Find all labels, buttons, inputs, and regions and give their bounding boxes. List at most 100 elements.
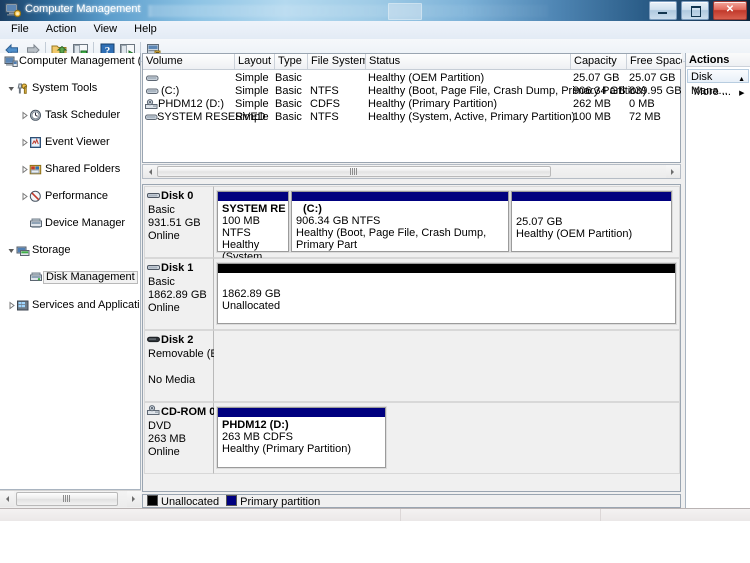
disk-row-1[interactable]: Disk 1 Basic 1862.89 GB Online 1862.89 G… xyxy=(144,258,680,330)
volume-list-horizontal-scrollbar[interactable] xyxy=(142,164,681,179)
menu-item-help[interactable]: Help xyxy=(127,21,164,37)
cell-file-system: CDFS xyxy=(310,98,340,110)
cell-volume: PHDM12 (D:) xyxy=(158,98,225,110)
clock-icon xyxy=(30,109,41,121)
console-tree-pane: Computer Management (Local System Tools xyxy=(0,53,141,490)
partition-c[interactable]: (C:) 906.34 GB NTFS Healthy (Boot, Page … xyxy=(290,190,510,253)
table-row[interactable]: PHDM12 (D:) Simple Basic CDFS Healthy (P… xyxy=(143,98,680,111)
cell-type: Basic xyxy=(275,111,302,123)
main-area: Computer Management (Local System Tools xyxy=(0,53,750,508)
status-bar xyxy=(0,508,750,521)
menu-item-view[interactable]: View xyxy=(86,21,124,37)
disk-type: Basic xyxy=(148,276,175,288)
table-row[interactable]: SYSTEM RESERVED Simple Basic NTFS Health… xyxy=(143,111,680,124)
menu-item-action[interactable]: Action xyxy=(39,21,84,37)
disk-type: DVD xyxy=(148,420,172,432)
close-button[interactable]: ✕ xyxy=(713,1,747,20)
tree-item-shared-folders[interactable]: Shared Folders xyxy=(0,163,140,176)
partition-status: Healthy (Primary Partition) xyxy=(222,443,351,455)
maximize-button[interactable] xyxy=(680,1,709,20)
chevron-right-icon[interactable] xyxy=(20,111,29,120)
partition-system-reserved[interactable]: SYSTEM RESERV 100 MB NTFS Healthy (Syste… xyxy=(216,190,290,263)
tree-item-event-viewer[interactable]: Event Viewer xyxy=(0,136,140,149)
scroll-right-button[interactable] xyxy=(127,491,141,507)
chevron-right-icon[interactable] xyxy=(7,301,16,310)
column-header-layout[interactable]: Layout xyxy=(235,54,275,69)
cell-layout: Simple xyxy=(235,111,269,123)
partition-size-fs: 25.07 GB xyxy=(516,216,563,228)
menu-item-file[interactable]: File xyxy=(4,21,36,37)
cell-status: Healthy (Primary Partition) xyxy=(368,98,497,110)
disk-icon xyxy=(147,265,160,270)
chevron-right-icon[interactable] xyxy=(20,192,29,201)
tree-item-performance[interactable]: Performance xyxy=(0,190,140,203)
cell-capacity: 906.34 GB xyxy=(573,85,626,97)
partition-status: Healthy (OEM Partition) xyxy=(516,228,633,240)
column-header-volume[interactable]: Volume xyxy=(143,54,235,69)
services-icon xyxy=(17,300,29,311)
chevron-right-icon[interactable] xyxy=(20,165,29,174)
sidebar-item-disk-management[interactable]: Disk Management xyxy=(0,271,140,284)
tree-item-label: Services and Applications xyxy=(32,299,140,311)
legend-swatch-primary-partition xyxy=(226,495,238,506)
disk-name: Disk 2 xyxy=(161,334,194,346)
disk-row-cdrom-0[interactable]: CD-ROM 0 DVD 263 MB Online PHDM12 (D:) 2… xyxy=(144,402,680,474)
cell-volume: (C:) xyxy=(161,85,180,97)
close-icon: ✕ xyxy=(725,4,735,15)
partition-unallocated[interactable]: 1862.89 GB Unallocated xyxy=(216,262,677,325)
disk-status: No Media xyxy=(148,374,196,386)
title-bar-ghost-button xyxy=(388,3,422,20)
chevron-down-icon[interactable] xyxy=(7,246,16,255)
partition-color-bar xyxy=(218,264,675,273)
computer-management-icon xyxy=(5,3,21,18)
shared-folders-icon xyxy=(29,164,42,175)
column-header-status[interactable]: Status xyxy=(366,54,571,69)
disk-row-2[interactable]: Disk 2 Removable (E:) No Media xyxy=(144,330,680,402)
tree-item-device-manager[interactable]: Device Manager xyxy=(0,217,140,230)
chevron-right-icon[interactable] xyxy=(20,138,29,147)
disk-1-partitions: 1862.89 GB Unallocated xyxy=(214,258,680,330)
scrollbar-thumb[interactable] xyxy=(16,492,118,506)
disk-row-0[interactable]: Disk 0 Basic 931.51 GB Online SYSTEM RES… xyxy=(144,186,680,263)
sidebar-item-label: Disk Management xyxy=(43,271,138,284)
cell-layout: Simple xyxy=(235,85,269,97)
tree-item-task-scheduler[interactable]: Task Scheduler xyxy=(0,109,140,122)
chevron-down-icon[interactable] xyxy=(7,84,16,93)
column-header-file-system[interactable]: File System xyxy=(308,54,366,69)
column-header-type[interactable]: Type xyxy=(275,54,308,69)
partition-text: SYSTEM RESERV 100 MB NTFS Healthy (Syste… xyxy=(222,203,286,263)
partition-text: 25.07 GB Healthy (OEM Partition) xyxy=(516,216,669,240)
scrollbar-thumb[interactable] xyxy=(157,166,551,177)
partition-phdm12-d[interactable]: PHDM12 (D:) 263 MB CDFS Healthy (Primary… xyxy=(216,406,387,469)
scroll-right-button[interactable] xyxy=(666,165,680,178)
minimize-button[interactable] xyxy=(648,1,677,20)
partition-oem[interactable]: 25.07 GB Healthy (OEM Partition) xyxy=(510,190,673,253)
disk-graphic-view: Disk 0 Basic 931.51 GB Online SYSTEM RES… xyxy=(142,184,681,492)
status-segment-3 xyxy=(600,509,750,521)
event-viewer-icon xyxy=(30,137,41,148)
computer-management-window: Computer Management ✕ File Action View H… xyxy=(0,0,750,521)
tree-item-services-and-applications[interactable]: Services and Applications xyxy=(0,299,140,312)
performance-icon xyxy=(29,190,41,202)
table-row[interactable]: (C:) Simple Basic NTFS Healthy (Boot, Pa… xyxy=(143,85,682,98)
column-header-capacity[interactable]: Capacity xyxy=(571,54,627,69)
device-manager-icon xyxy=(30,218,42,228)
more-caret-icon[interactable]: ▶ xyxy=(739,90,744,97)
scroll-left-button[interactable] xyxy=(0,491,14,507)
tree-item-label: Storage xyxy=(32,244,71,256)
tree-horizontal-scrollbar[interactable] xyxy=(0,490,141,507)
column-header-free-space[interactable]: Free Space xyxy=(627,54,682,69)
tree-item-label: Task Scheduler xyxy=(45,109,121,121)
tree-item-computer-management[interactable]: Computer Management (Local xyxy=(0,55,140,68)
disk-info-0: Disk 0 Basic 931.51 GB Online xyxy=(144,186,214,258)
tree-item-system-tools[interactable]: System Tools xyxy=(0,82,140,95)
table-row[interactable]: Simple Basic Healthy (OEM Partition) 25.… xyxy=(143,72,680,85)
cdrom-icon xyxy=(145,99,158,109)
scroll-left-button[interactable] xyxy=(143,165,157,178)
system-tools-icon xyxy=(17,83,28,94)
tree-item-storage[interactable]: Storage xyxy=(0,244,140,257)
actions-item-disk-management[interactable]: Disk Mana... ▲ xyxy=(687,69,749,97)
actions-more[interactable]: More ... ▶ xyxy=(687,85,749,99)
disk-name: Disk 0 xyxy=(161,190,194,202)
partition-text: 1862.89 GB Unallocated xyxy=(222,288,673,312)
